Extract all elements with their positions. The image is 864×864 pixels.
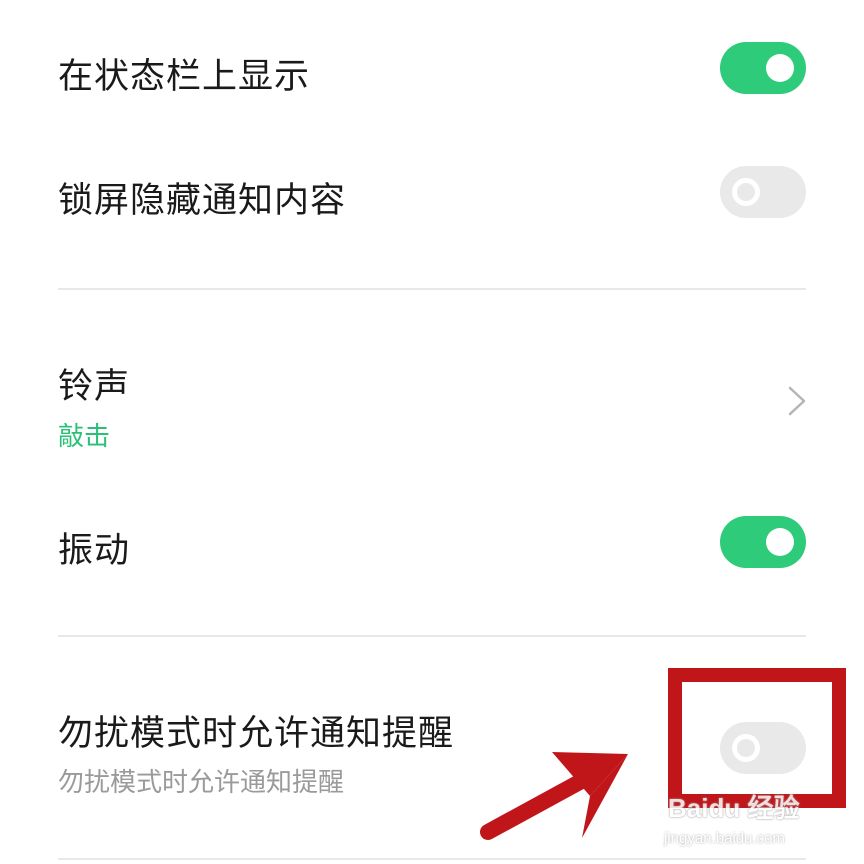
section-divider [58, 288, 806, 290]
section-divider [58, 635, 806, 637]
lock-screen-hide-toggle[interactable] [720, 166, 806, 218]
baidu-watermark-url: jingyan.baidu.com [664, 830, 785, 847]
status-bar-label: 在状态栏上显示 [58, 57, 311, 97]
annotation-highlight-box [668, 668, 846, 808]
chevron-right-icon [788, 386, 806, 416]
toggle-knob [732, 178, 760, 206]
toggle-knob [766, 528, 794, 556]
lock-screen-hide-label: 锁屏隐藏通知内容 [58, 181, 347, 221]
section-divider [58, 858, 806, 860]
red-arrow-icon [480, 752, 628, 840]
ringtone-value: 敲击 [58, 422, 111, 452]
vibrate-label: 振动 [58, 531, 131, 571]
dnd-allow-description: 勿扰模式时允许通知提醒 [58, 768, 345, 798]
toggle-knob [766, 54, 794, 82]
baidu-watermark: Baidu 经验 [668, 793, 800, 823]
dnd-allow-label: 勿扰模式时允许通知提醒 [58, 714, 455, 754]
status-bar-toggle[interactable] [720, 42, 806, 94]
vibrate-toggle[interactable] [720, 516, 806, 568]
notification-settings-screen: 在状态栏上显示 锁屏隐藏通知内容 铃声 敲击 振动 勿扰模式时允许通知提醒 勿扰… [0, 0, 864, 864]
ringtone-label: 铃声 [58, 367, 131, 407]
